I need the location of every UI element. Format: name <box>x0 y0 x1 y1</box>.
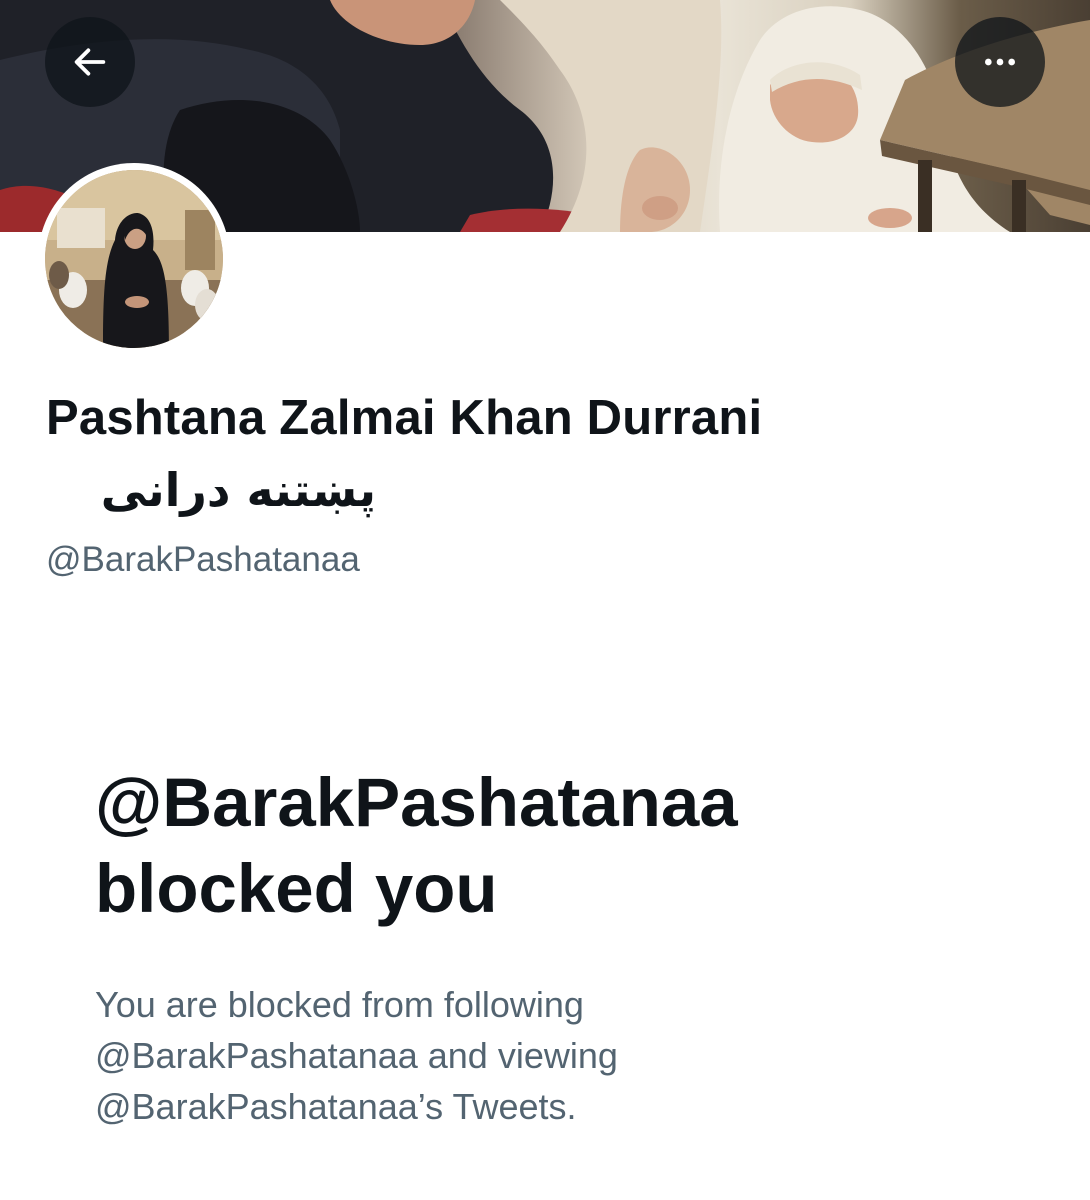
display-name: Pashtana Zalmai Khan Durrani <box>46 391 763 445</box>
profile-page: Pashtana Zalmai Khan Durrani پښتنه درانی… <box>0 0 1090 1200</box>
arrow-left-icon <box>74 48 106 76</box>
blocked-description-line: You are blocked from following <box>95 984 584 1025</box>
more-options-button[interactable] <box>955 17 1045 107</box>
blocked-description-line: @BarakPashatanaa’s Tweets. <box>95 1086 577 1127</box>
profile-handle: @BarakPashatanaa <box>46 540 360 579</box>
blocked-title-line: @BarakPashatanaa <box>95 764 738 841</box>
avatar-photo <box>45 170 223 348</box>
display-name-native: پښتنه درانی <box>100 463 376 517</box>
blocked-title-line: blocked you <box>95 850 498 927</box>
blocked-title: @BarakPashatanaa blocked you <box>95 760 995 932</box>
back-button[interactable] <box>45 17 135 107</box>
blocked-description: You are blocked from following @BarakPas… <box>95 979 995 1132</box>
blocked-description-line: @BarakPashatanaa and viewing <box>95 1035 618 1076</box>
profile-avatar[interactable] <box>38 163 230 355</box>
more-horizontal-icon <box>985 58 1015 66</box>
